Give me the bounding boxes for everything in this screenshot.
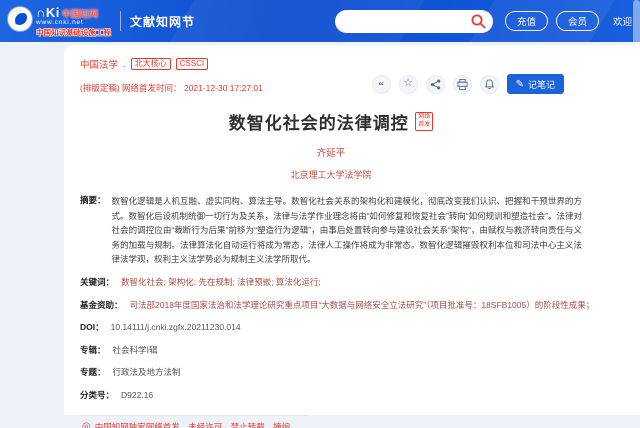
recharge-button[interactable]: 充值 xyxy=(505,11,548,31)
cite-button[interactable]: “ xyxy=(372,75,391,94)
keywords-label: 关键词： xyxy=(80,276,114,289)
top-header: ∩Ki 中国知网 www.cnki.net 中国知识基础设施工程 文献知网节 充… xyxy=(0,0,640,42)
star-icon: ☆ xyxy=(403,78,413,89)
journal-link[interactable]: 中国法学 xyxy=(80,57,118,71)
member-button[interactable]: 会员 xyxy=(556,11,599,31)
first-publish-badge-line2: 首发 xyxy=(418,122,430,130)
logo-url: www.cnki.net xyxy=(36,20,111,27)
topic-label: 专题： xyxy=(80,366,106,379)
album-value: 社会科学Ⅰ辑 xyxy=(113,344,158,357)
logo-brand-cn: 中国知网 xyxy=(62,10,98,19)
search-icon xyxy=(470,18,487,33)
logo-latin: ∩Ki xyxy=(36,6,60,19)
note-button[interactable]: ✎ 记笔记 xyxy=(507,74,564,94)
abstract-row: 摘要： 数智化逻辑是人机互融、虚实同构、算法主导。数智化社会关系的架构化和建模化… xyxy=(80,194,582,267)
album-label: 专辑： xyxy=(80,344,106,357)
abstract-text: 数智化逻辑是人机互融、虚实同构、算法主导。数智化社会关系的架构化和建模化，彻底改… xyxy=(112,194,582,267)
copyright-icon: ◎ xyxy=(82,422,91,428)
keywords-row: 关键词： 数智化社会; 架构化; 先在规制; 法律预嵌; 算法化运行; xyxy=(80,276,582,289)
logo-slogan: 中国知识基础设施工程 xyxy=(36,29,111,37)
cnki-logo-icon xyxy=(8,7,32,31)
doi-value: 10.14111/j.cnki.zgfx.20211230.014 xyxy=(111,321,241,334)
journal-row: 中国法学 . 北大核心 CSSCI xyxy=(80,57,582,71)
fund-row: 基金资助： 司法部2018年度国家法治和法学理论研究重点项目“大数据与网络安全立… xyxy=(80,299,582,312)
fund-label: 基金资助： xyxy=(80,299,123,312)
note-button-label: 记笔记 xyxy=(528,78,555,91)
header-divider xyxy=(120,11,121,31)
core-journal-badge: 北大核心 xyxy=(131,58,171,71)
cssci-badge: CSSCI xyxy=(176,58,208,71)
author-row: 齐延平 xyxy=(80,145,582,159)
affiliation-link[interactable]: 北京理工大学法学院 xyxy=(290,170,371,180)
fund-value[interactable]: 司法部2018年度国家法治和法学理论研究重点项目“大数据与网络安全立法研究”（项… xyxy=(130,299,595,312)
affiliation-row: 北京理工大学法学院 xyxy=(80,168,582,181)
welcome-link[interactable]: 欢迎 xyxy=(613,14,632,28)
first-publish-badge-line1: 网络 xyxy=(418,114,430,122)
keywords-value[interactable]: 数智化社会; 架构化; 先在规制; 法律预嵌; 算法化运行; xyxy=(121,276,321,289)
article-title: 数智化社会的法律调控 xyxy=(229,114,409,133)
clc-row: 分类号： D922.16 xyxy=(80,389,582,402)
content-panel: 中国法学 . 北大核心 CSSCI (排版定稿) 网络首发时间： 2021-12… xyxy=(64,45,640,415)
site-section-title: 文献知网节 xyxy=(130,13,195,30)
share-button[interactable] xyxy=(426,75,445,94)
print-button[interactable] xyxy=(453,75,472,94)
page: { "header": { "logo": { "latin": "∩Ki", … xyxy=(0,0,640,428)
clc-label: 分类号： xyxy=(80,389,114,402)
scrollbar[interactable] xyxy=(633,0,640,428)
clc-value: D922.16 xyxy=(121,389,153,402)
version-note: (排版定稿) xyxy=(80,83,120,93)
album-row: 专辑： 社会科学Ⅰ辑 xyxy=(80,344,582,357)
search-bar xyxy=(335,10,493,33)
alert-button[interactable] xyxy=(480,75,499,94)
abstract-label: 摘要： xyxy=(80,194,106,267)
pencil-icon: ✎ xyxy=(516,79,524,90)
doi-row: DOI： 10.14111/j.cnki.zgfx.20211230.014 xyxy=(80,321,582,334)
first-publish-badge: 网络 首发 xyxy=(415,112,433,131)
cnki-logo[interactable]: ∩Ki 中国知网 www.cnki.net 中国知识基础设施工程 xyxy=(8,6,111,36)
topic-value: 行政法及地方法制 xyxy=(113,366,181,379)
favorite-button[interactable]: ☆ xyxy=(399,75,418,94)
scrollbar-thumb[interactable] xyxy=(633,0,640,88)
topic-row: 专题： 行政法及地方法制 xyxy=(80,366,582,379)
publish-time-value: 2021-12-30 17:27:01 xyxy=(184,83,263,93)
search-button[interactable] xyxy=(470,13,487,30)
doi-label: DOI： xyxy=(80,321,104,334)
author-link[interactable]: 齐延平 xyxy=(317,148,346,159)
cnki-logo-text: ∩Ki 中国知网 www.cnki.net 中国知识基础设施工程 xyxy=(36,6,111,36)
share-icon xyxy=(430,79,441,90)
publish-time-label: 网络首发时间： xyxy=(122,83,182,93)
copyright-notice-text: 中国知网独家网络首发，未经许可，禁止转载、摘编。 xyxy=(95,421,299,428)
journal-separator: . xyxy=(123,59,126,70)
title-block: 数智化社会的法律调控 网络 首发 xyxy=(80,109,582,134)
article-actions: “ ☆ xyxy=(372,74,564,94)
printer-icon xyxy=(457,79,468,90)
quote-icon: “ xyxy=(378,81,384,92)
bell-icon xyxy=(484,79,495,90)
copyright-notice: ◎ 中国知网独家网络首发，未经许可，禁止转载、摘编。 xyxy=(80,415,309,428)
